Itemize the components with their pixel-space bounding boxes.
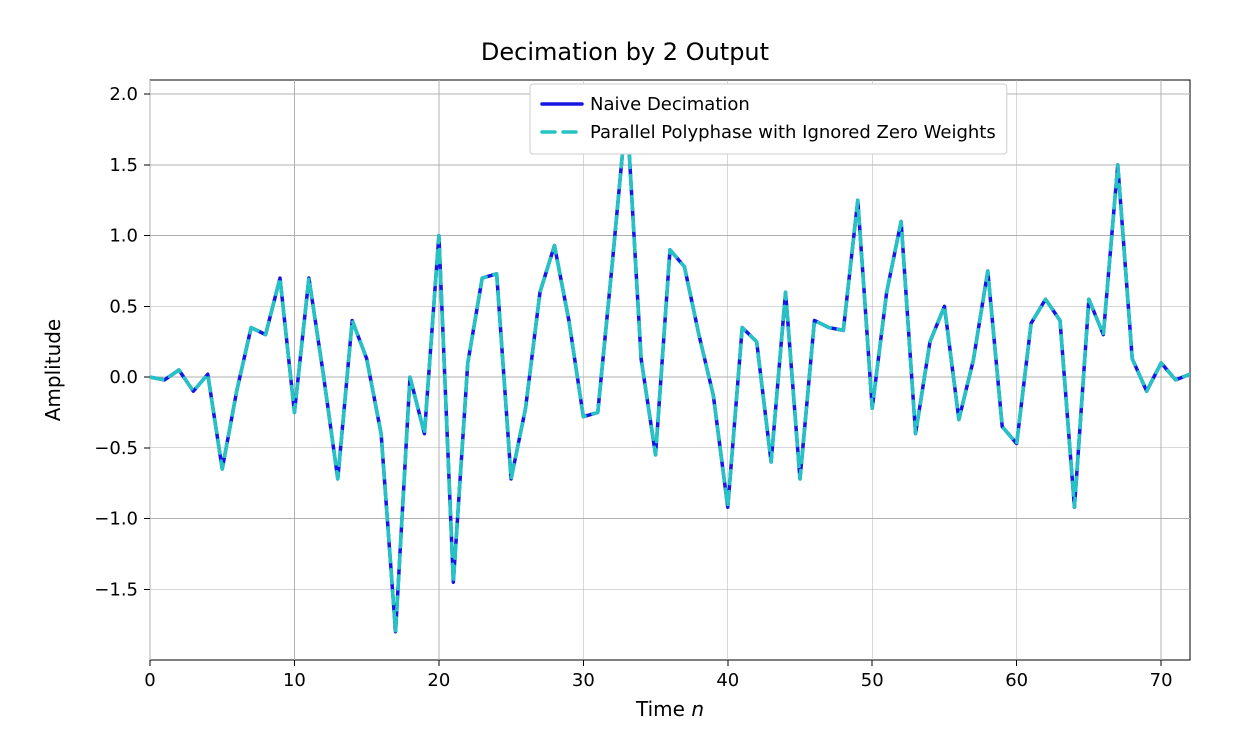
x-tick-label: 10 [283, 670, 306, 691]
chart-svg: Decimation by 2 Output 0 10 20 30 40 50 60 70 −… [0, 0, 1250, 750]
x-tick-label: 60 [1005, 670, 1028, 691]
legend-entry-label: Naive Decimation [590, 94, 750, 115]
x-tick-label: 50 [861, 670, 884, 691]
legend-entry-label: Parallel Polyphase with Ignored Zero Wei… [590, 122, 996, 143]
x-tick-label: 70 [1150, 670, 1173, 691]
y-axis-ticks: −1.5 −1.0 −0.5 0.0 0.5 1.0 1.5 2.0 [94, 84, 150, 600]
legend: Naive Decimation Parallel Polyphase with … [530, 84, 1007, 154]
y-tick-label: 0.0 [109, 367, 138, 388]
x-axis-label: Time n [635, 697, 704, 721]
chart-container: Decimation by 2 Output 0 10 20 30 40 50 60 70 −… [0, 0, 1250, 750]
y-tick-label: 1.5 [109, 155, 138, 176]
x-tick-label: 40 [716, 670, 739, 691]
y-tick-label: 1.0 [109, 226, 138, 247]
chart-title: Decimation by 2 Output [481, 38, 769, 66]
y-tick-label: −0.5 [94, 438, 138, 459]
y-tick-label: 2.0 [109, 84, 138, 105]
series-line [150, 108, 1190, 631]
x-tick-label: 30 [572, 670, 595, 691]
y-tick-label: −1.0 [94, 509, 138, 530]
y-axis-label: Amplitude [41, 319, 65, 422]
y-tick-label: 0.5 [109, 296, 138, 317]
grid-group [150, 80, 1190, 660]
series-line [150, 108, 1190, 631]
plot-border [150, 80, 1190, 660]
x-tick-label: 20 [427, 670, 450, 691]
x-tick-label: 0 [144, 670, 155, 691]
y-tick-label: −1.5 [94, 579, 138, 600]
series-group [150, 108, 1190, 631]
x-axis-ticks: 0 10 20 30 40 50 60 70 [144, 660, 1172, 691]
